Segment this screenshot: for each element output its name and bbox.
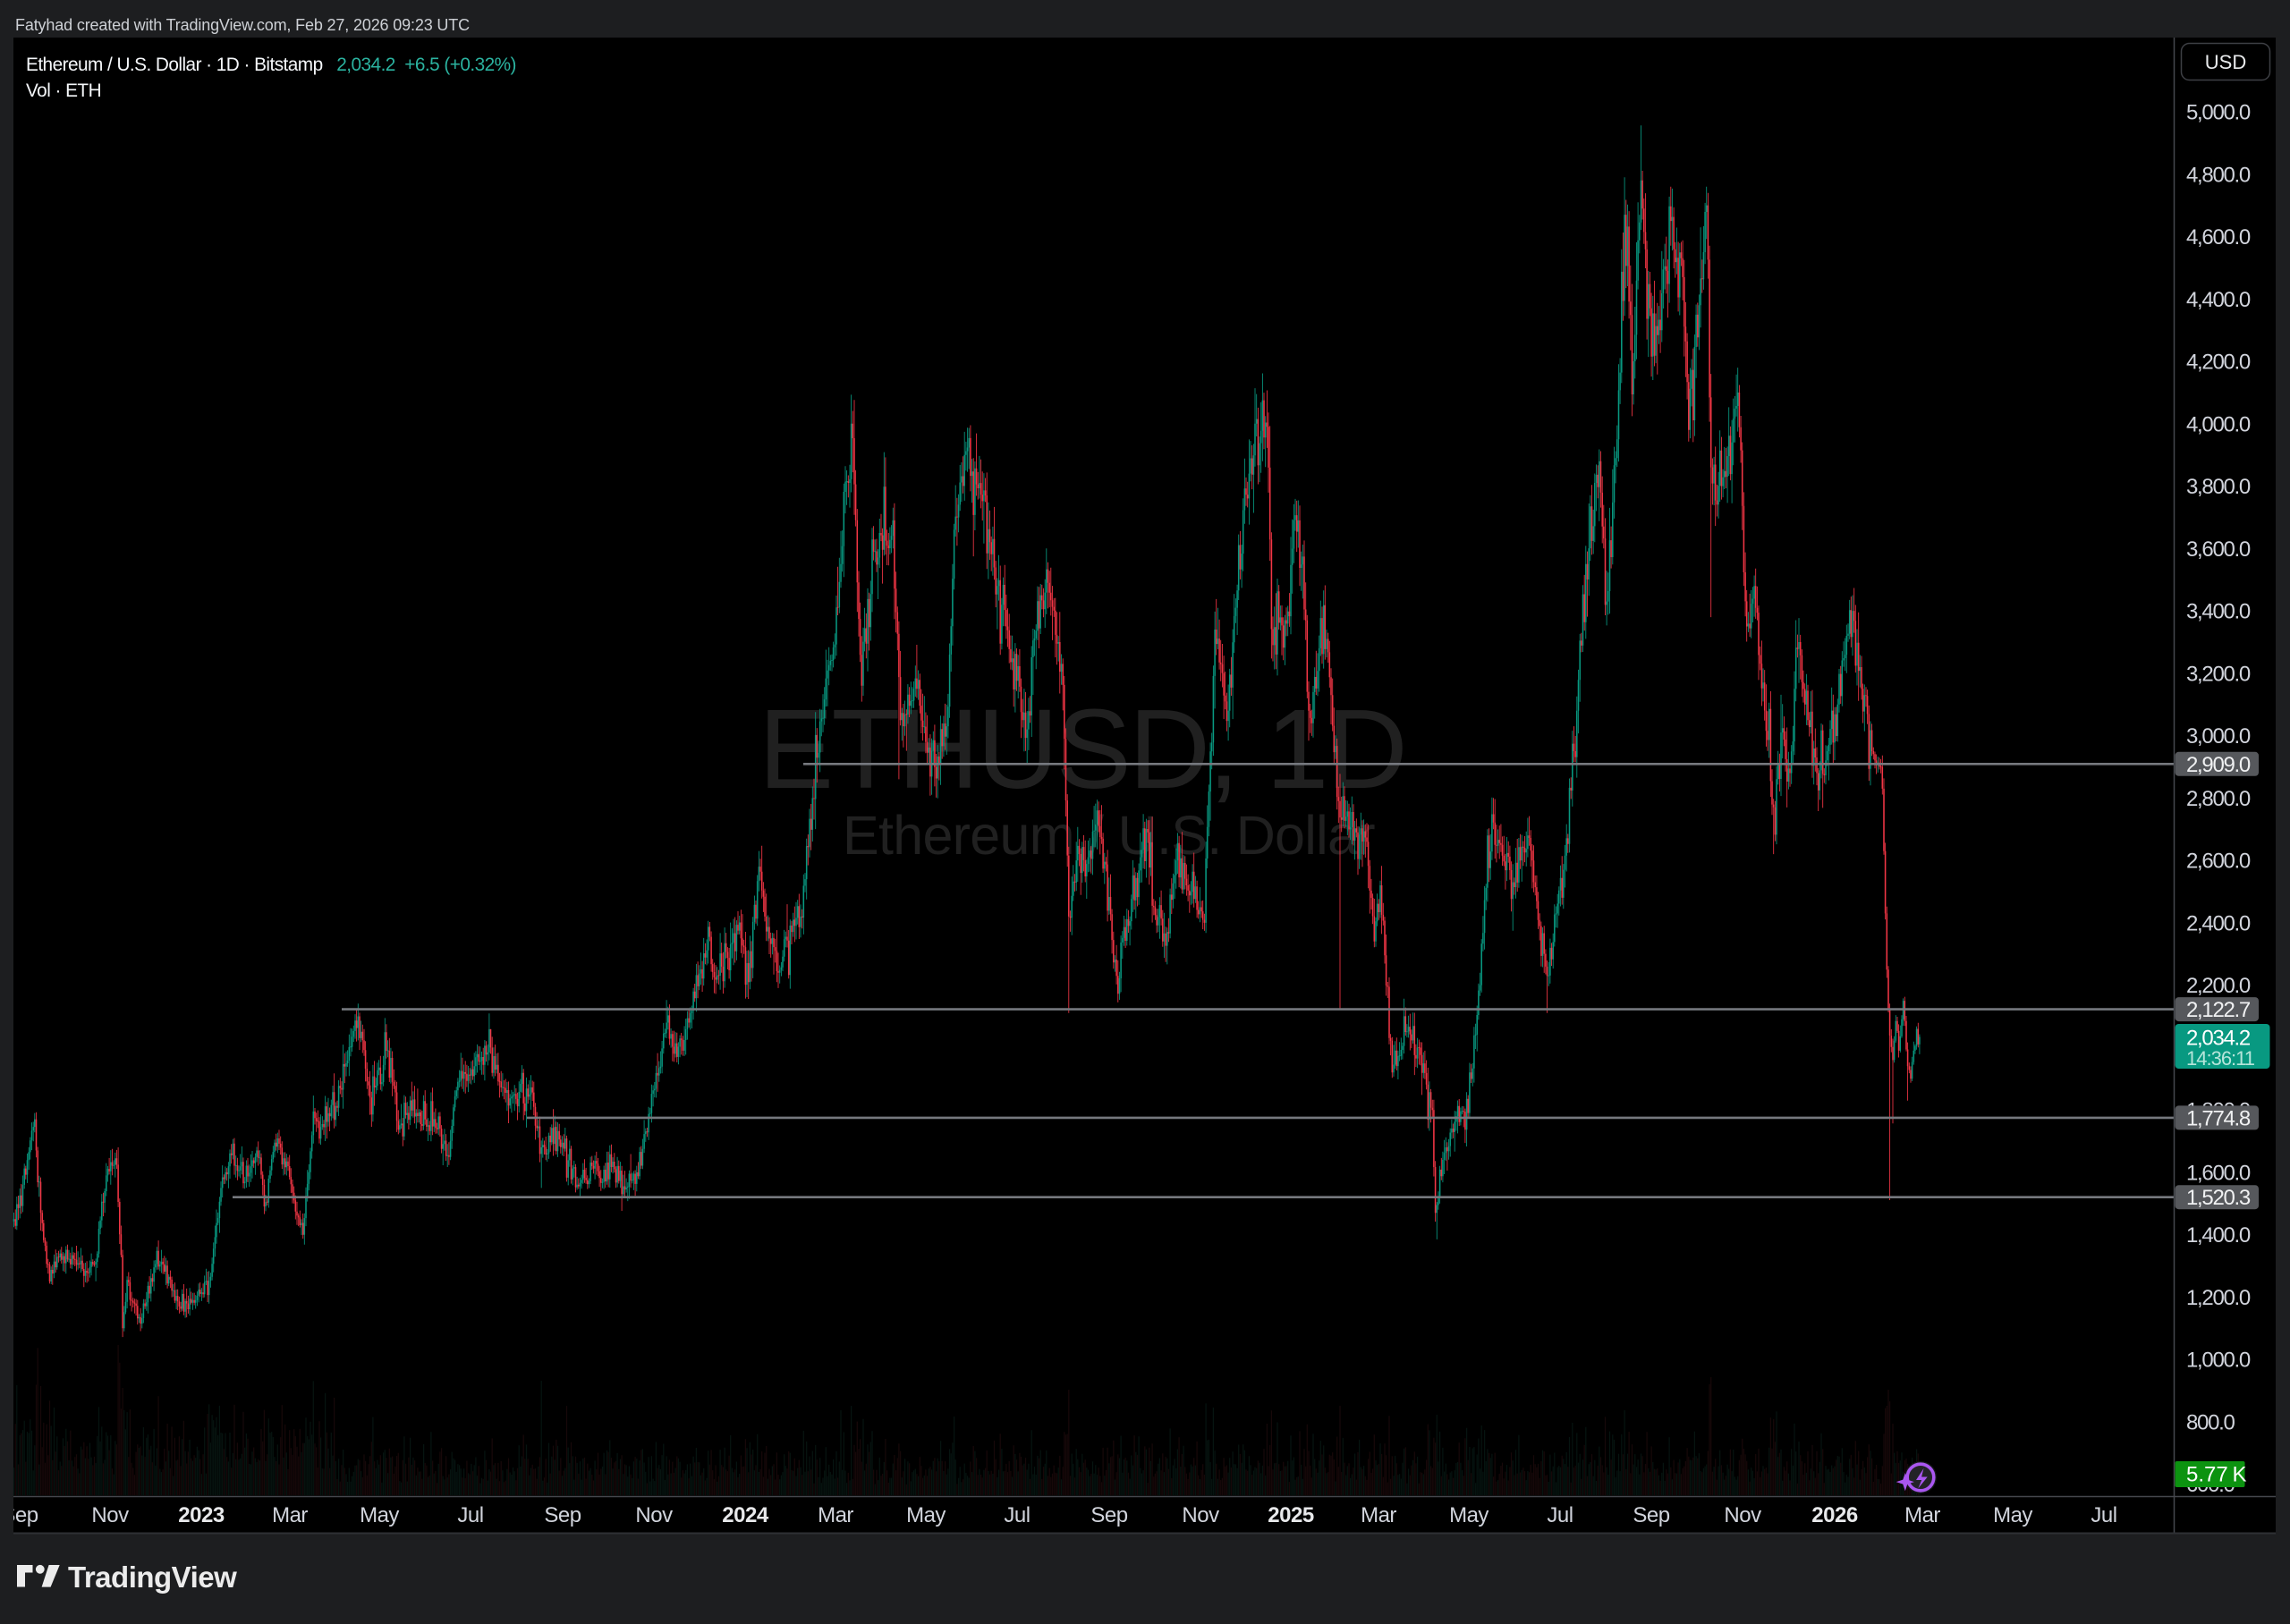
svg-text:2025: 2025 [1268, 1503, 1314, 1527]
svg-text:1,520.3: 1,520.3 [2186, 1186, 2251, 1210]
svg-text:Nov: Nov [635, 1503, 673, 1527]
svg-text:Nov: Nov [91, 1503, 129, 1527]
svg-text:2,909.0: 2,909.0 [2186, 753, 2251, 777]
svg-text:3,600.0: 3,600.0 [2186, 537, 2251, 562]
svg-text:May: May [360, 1503, 399, 1527]
svg-text:14:36:11: 14:36:11 [2186, 1047, 2255, 1070]
svg-text:Ethereum / U.S. Dollar: Ethereum / U.S. Dollar [843, 805, 1375, 866]
svg-text:800.0: 800.0 [2186, 1411, 2235, 1435]
svg-text:3,200.0: 3,200.0 [2186, 662, 2251, 686]
svg-text:Sep: Sep [544, 1503, 581, 1527]
svg-text:Mar: Mar [818, 1503, 853, 1527]
svg-text:1,774.8: 1,774.8 [2186, 1106, 2251, 1130]
svg-text:Jul: Jul [457, 1503, 483, 1527]
svg-text:Sep: Sep [1090, 1503, 1127, 1527]
svg-text:Sep: Sep [1633, 1503, 1669, 1527]
svg-text:1,600.0: 1,600.0 [2186, 1161, 2251, 1185]
svg-text:Fatyhad created with TradingVi: Fatyhad created with TradingView.com, Fe… [15, 16, 470, 34]
svg-text:Jul: Jul [1547, 1503, 1573, 1527]
svg-text:1,400.0: 1,400.0 [2186, 1223, 2251, 1248]
svg-text:Jul: Jul [2091, 1503, 2116, 1527]
svg-text:May: May [1449, 1503, 1488, 1527]
svg-text:2,600.0: 2,600.0 [2186, 850, 2251, 874]
svg-text:3,400.0: 3,400.0 [2186, 600, 2251, 624]
svg-text:2,122.7: 2,122.7 [2186, 998, 2251, 1022]
svg-text:Vol · ETH: Vol · ETH [26, 80, 101, 101]
svg-text:Jul: Jul [1004, 1503, 1030, 1527]
svg-text:Mar: Mar [272, 1503, 308, 1527]
svg-text:2,400.0: 2,400.0 [2186, 911, 2251, 935]
svg-text:3,000.0: 3,000.0 [2186, 724, 2251, 749]
svg-text:2024: 2024 [722, 1503, 769, 1527]
svg-text:1,200.0: 1,200.0 [2186, 1286, 2251, 1310]
svg-text:2,200.0: 2,200.0 [2186, 974, 2251, 998]
svg-text:2026: 2026 [1811, 1503, 1858, 1527]
svg-text:1,000.0: 1,000.0 [2186, 1349, 2251, 1373]
svg-text:4,800.0: 4,800.0 [2186, 163, 2251, 187]
svg-text:4,200.0: 4,200.0 [2186, 351, 2251, 375]
svg-text:4,600.0: 4,600.0 [2186, 225, 2251, 250]
svg-text:3,800.0: 3,800.0 [2186, 475, 2251, 499]
svg-text:2023: 2023 [178, 1503, 225, 1527]
svg-text:2,800.0: 2,800.0 [2186, 787, 2251, 811]
svg-text:USD: USD [2205, 51, 2246, 73]
svg-text:5.77 K: 5.77 K [2186, 1463, 2247, 1487]
svg-text:TradingView: TradingView [68, 1561, 237, 1594]
svg-text:Nov: Nov [1724, 1503, 1761, 1527]
svg-text:Mar: Mar [1361, 1503, 1396, 1527]
svg-text:5,000.0: 5,000.0 [2186, 101, 2251, 125]
svg-text:May: May [906, 1503, 946, 1527]
svg-text:4,000.0: 4,000.0 [2186, 412, 2251, 436]
svg-text:Nov: Nov [1182, 1503, 1219, 1527]
svg-text:May: May [1993, 1503, 2032, 1527]
svg-text:Ethereum / U.S. Dollar · 1D ·: Ethereum / U.S. Dollar · 1D · Bitstamp 2… [26, 55, 516, 75]
svg-text:4,400.0: 4,400.0 [2186, 288, 2251, 312]
svg-text:Mar: Mar [1904, 1503, 1940, 1527]
